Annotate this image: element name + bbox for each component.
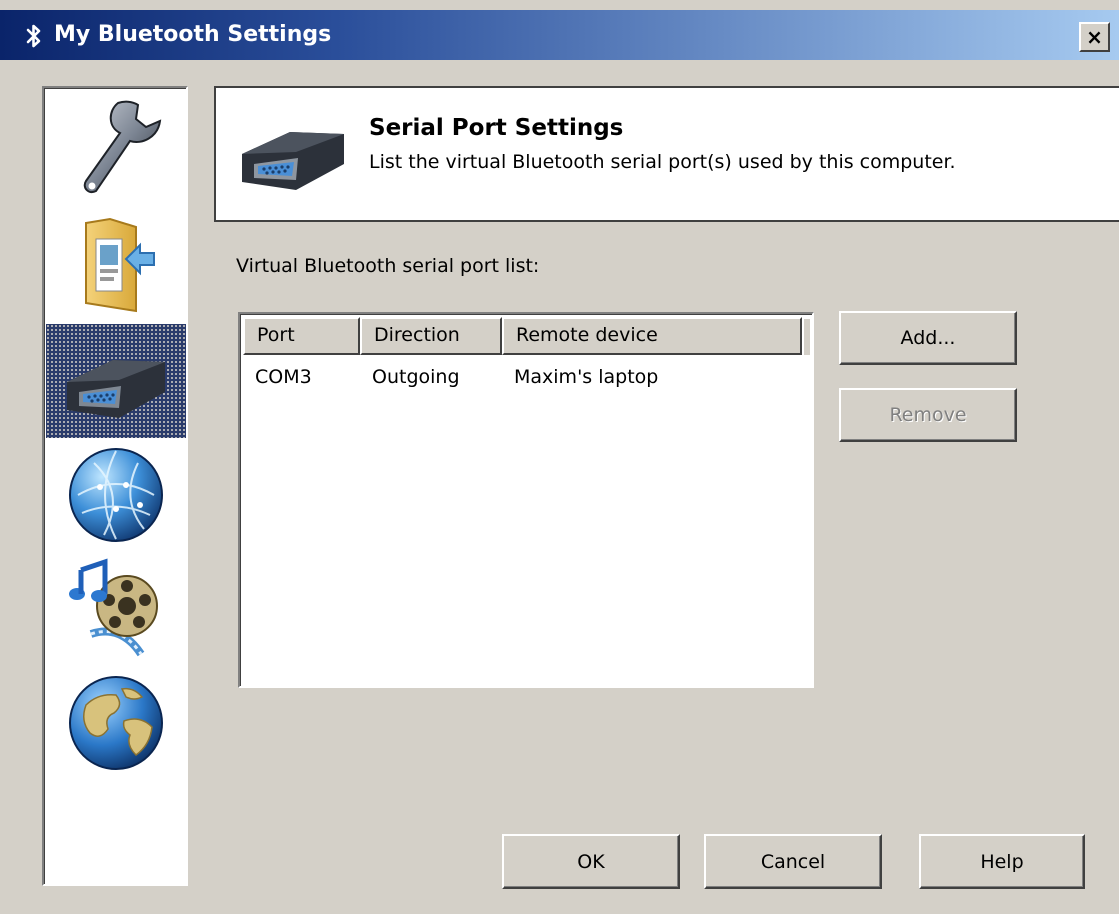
- sidebar-item-serial-port[interactable]: [46, 324, 186, 438]
- category-sidebar: [42, 86, 188, 886]
- earth-globe-icon: [69, 676, 163, 770]
- bluetooth-settings-window: My Bluetooth Settings × Serial Port Sett…: [0, 0, 1119, 914]
- sidebar-item-multimedia[interactable]: [46, 552, 186, 666]
- column-header-direction[interactable]: Direction: [360, 317, 502, 355]
- bluetooth-icon: [26, 24, 41, 48]
- port-list-header: Port Direction Remote device: [243, 317, 810, 355]
- serial-port-icon: [242, 132, 344, 190]
- sidebar-item-network[interactable]: [46, 438, 186, 552]
- title-bar[interactable]: My Bluetooth Settings ×: [0, 10, 1119, 60]
- sidebar-item-internet[interactable]: [46, 666, 186, 780]
- port-list-caption: Virtual Bluetooth serial port list:: [236, 255, 540, 277]
- direction-cell: Outgoing: [372, 366, 460, 388]
- window-title: My Bluetooth Settings: [54, 22, 332, 47]
- close-icon: ×: [1086, 25, 1103, 49]
- table-row[interactable]: COM3 Outgoing Maxim's laptop: [243, 366, 802, 396]
- page-title: Serial Port Settings: [369, 115, 624, 141]
- sidebar-item-general[interactable]: [46, 92, 186, 206]
- multimedia-icon: [69, 558, 158, 657]
- column-header-remote-device[interactable]: Remote device: [502, 317, 802, 355]
- serial-port-icon: [67, 360, 165, 418]
- remote-device-cell: Maxim's laptop: [514, 366, 659, 388]
- page-description: List the virtual Bluetooth serial port(s…: [369, 151, 956, 173]
- wrench-icon: [83, 100, 162, 193]
- column-header-port[interactable]: Port: [243, 317, 360, 355]
- column-header-filler: [802, 317, 810, 355]
- close-button[interactable]: ×: [1079, 22, 1110, 52]
- port-cell: COM3: [255, 366, 312, 388]
- page-header: Serial Port Settings List the virtual Bl…: [214, 86, 1119, 222]
- port-list[interactable]: Port Direction Remote device COM3 Outgoi…: [238, 312, 814, 688]
- remove-port-button[interactable]: Remove: [839, 388, 1017, 442]
- help-button[interactable]: Help: [919, 834, 1085, 889]
- add-port-button[interactable]: Add...: [839, 311, 1017, 365]
- network-globe-icon: [69, 448, 163, 542]
- cancel-button[interactable]: Cancel: [704, 834, 882, 889]
- ok-button[interactable]: OK: [502, 834, 680, 889]
- folder-icon: [85, 217, 155, 313]
- sidebar-item-file-transfer[interactable]: [46, 208, 186, 322]
